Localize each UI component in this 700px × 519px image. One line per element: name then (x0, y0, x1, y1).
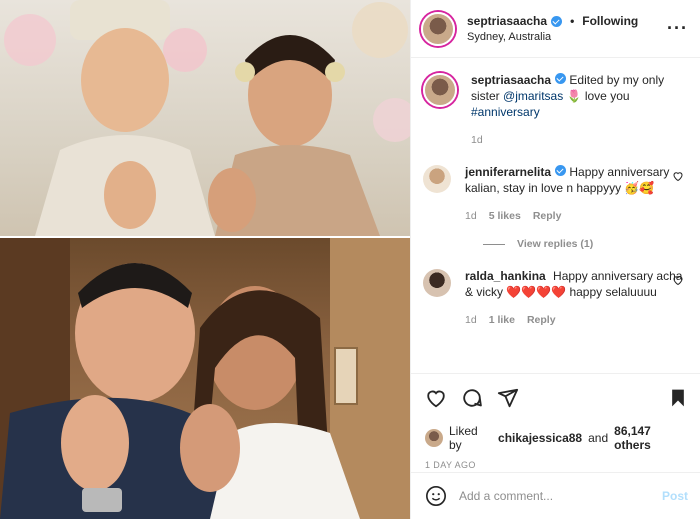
author-line: septriasaacha • Following (467, 14, 667, 28)
action-icons (425, 386, 688, 410)
caption-time[interactable]: 1d (471, 132, 483, 148)
photo-wedding (0, 0, 410, 236)
caption-emoji: 🌷 (566, 89, 582, 103)
comment-time[interactable]: 1d (465, 312, 477, 328)
view-replies-label[interactable]: View replies (1) (517, 238, 593, 250)
post-sidebar: septriasaacha • Following Sydney, Austra… (410, 0, 700, 519)
verified-badge-icon (551, 15, 563, 27)
commenter-avatar[interactable] (423, 165, 451, 193)
liker-avatar[interactable] (425, 429, 443, 447)
caption-avatar[interactable] (423, 73, 457, 107)
following-button[interactable]: Following (582, 14, 638, 28)
post-header: septriasaacha • Following Sydney, Austra… (411, 0, 700, 58)
verified-badge-icon (555, 165, 567, 176)
comment-username[interactable]: ralda_hankina (465, 269, 546, 283)
reply-button[interactable]: Reply (533, 208, 562, 224)
comment-body: ralda_hankina Happy anniversary acha & v… (465, 268, 684, 328)
comment-like-heart-icon[interactable] (672, 170, 684, 182)
view-replies-line (483, 243, 505, 245)
post-comment-button[interactable]: Post (662, 489, 688, 503)
comment-item: ralda_hankina Happy anniversary acha & v… (423, 268, 684, 328)
liked-by-user[interactable]: chikajessica88 (498, 431, 582, 445)
comment-time[interactable]: 1d (465, 208, 477, 224)
comment-likes[interactable]: 5 likes (489, 208, 521, 224)
more-options-icon[interactable]: ··· (667, 18, 688, 39)
caption-username[interactable]: septriasaacha (471, 73, 551, 87)
add-comment-input[interactable] (459, 489, 662, 503)
heart-icon[interactable] (425, 387, 447, 409)
photo-anniversary (0, 238, 410, 519)
action-bar: Liked by chikajessica88 and 86,147 other… (411, 373, 700, 470)
liked-by-and: and (588, 431, 609, 445)
post-media[interactable] (0, 0, 410, 519)
emoji-icon[interactable] (425, 485, 447, 507)
instagram-post: septriasaacha • Following Sydney, Austra… (0, 0, 700, 519)
commenter-avatar[interactable] (423, 269, 451, 297)
liked-by: Liked by chikajessica88 and 86,147 other… (425, 424, 688, 452)
caption-mention[interactable]: @jmaritsas (503, 89, 563, 103)
reply-button[interactable]: Reply (527, 312, 556, 328)
caption-text-2: love you (584, 89, 630, 103)
liked-by-count[interactable]: 86,147 others (614, 424, 688, 452)
comment-body: jenniferarnelita Happy anniversary kalia… (465, 164, 684, 224)
comment-username[interactable]: jenniferarnelita (465, 165, 551, 179)
author-info: septriasaacha • Following Sydney, Austra… (467, 14, 667, 43)
author-username[interactable]: septriasaacha (467, 14, 547, 28)
location-link[interactable]: Sydney, Australia (467, 31, 667, 43)
comment-like-heart-icon[interactable] (672, 274, 684, 286)
separator-dot: • (570, 14, 575, 28)
bookmark-icon[interactable] (668, 387, 688, 409)
author-avatar[interactable] (421, 11, 455, 46)
view-replies[interactable]: View replies (1) (483, 238, 684, 250)
comment-likes[interactable]: 1 like (489, 312, 515, 328)
comments-section: septriasaacha Edited by my only sister @… (411, 58, 700, 373)
comment-meta: 1d 1 like Reply (465, 312, 684, 328)
caption: septriasaacha Edited by my only sister @… (423, 72, 684, 148)
liked-by-prefix: Liked by (449, 424, 478, 452)
post-timestamp[interactable]: 1 DAY AGO (425, 460, 688, 470)
share-icon[interactable] (497, 387, 519, 409)
comment-item: jenniferarnelita Happy anniversary kalia… (423, 164, 684, 224)
caption-body: septriasaacha Edited by my only sister @… (471, 72, 684, 148)
caption-meta: 1d (471, 132, 684, 148)
comment-icon[interactable] (461, 387, 483, 409)
verified-badge-icon (555, 73, 567, 84)
add-comment-bar: Post (411, 472, 700, 519)
caption-hashtag[interactable]: #anniversary (471, 105, 540, 119)
comment-meta: 1d 5 likes Reply (465, 208, 684, 224)
